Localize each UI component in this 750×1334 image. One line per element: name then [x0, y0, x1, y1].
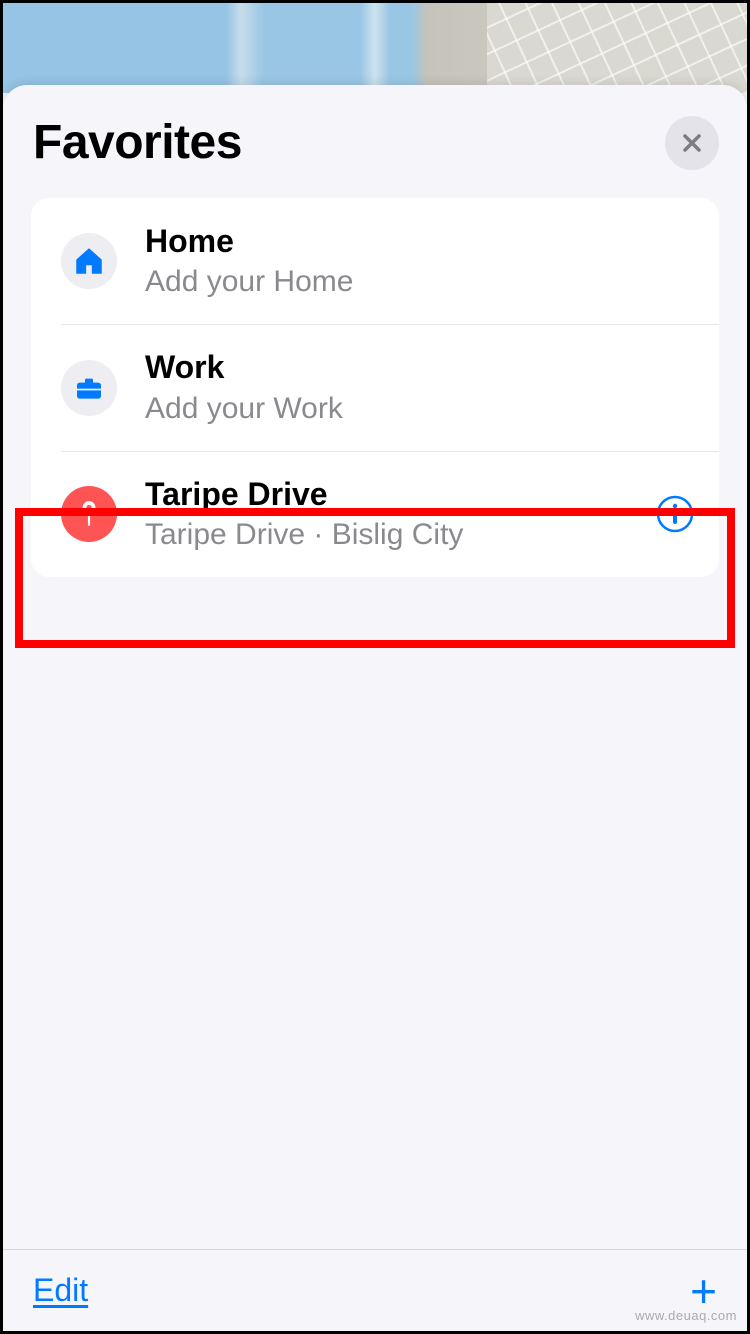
info-button[interactable] — [655, 494, 695, 534]
favorite-title: Taripe Drive — [145, 475, 645, 513]
favorites-sheet: Favorites Home Add your Home — [3, 85, 747, 1331]
sheet-header: Favorites — [3, 85, 747, 198]
favorite-subtitle: Add your Home — [145, 264, 695, 300]
favorite-item-taripe-drive[interactable]: Taripe Drive Taripe Drive · Bislig City — [31, 451, 719, 577]
favorite-subtitle: Taripe Drive · Bislig City — [145, 517, 645, 553]
favorite-item-work[interactable]: Work Add your Work — [31, 324, 719, 450]
pin-icon — [61, 486, 117, 542]
map-background — [3, 3, 747, 93]
favorite-item-home[interactable]: Home Add your Home — [31, 198, 719, 324]
favorite-item-text: Home Add your Home — [145, 222, 695, 300]
favorite-item-text: Taripe Drive Taripe Drive · Bislig City — [145, 475, 645, 553]
favorite-item-text: Work Add your Work — [145, 348, 695, 426]
favorite-title: Work — [145, 348, 695, 386]
page-title: Favorites — [33, 115, 242, 170]
close-icon — [680, 131, 704, 155]
close-button[interactable] — [665, 116, 719, 170]
home-icon — [61, 233, 117, 289]
favorite-subtitle: Add your Work — [145, 391, 695, 427]
add-button[interactable]: + — [690, 1268, 717, 1314]
briefcase-icon — [61, 360, 117, 416]
watermark: www.deuaq.com — [635, 1308, 737, 1323]
favorites-list: Home Add your Home Work Add your Work — [31, 198, 719, 577]
favorite-title: Home — [145, 222, 695, 260]
edit-button[interactable]: Edit — [33, 1272, 88, 1309]
info-icon — [655, 494, 695, 534]
